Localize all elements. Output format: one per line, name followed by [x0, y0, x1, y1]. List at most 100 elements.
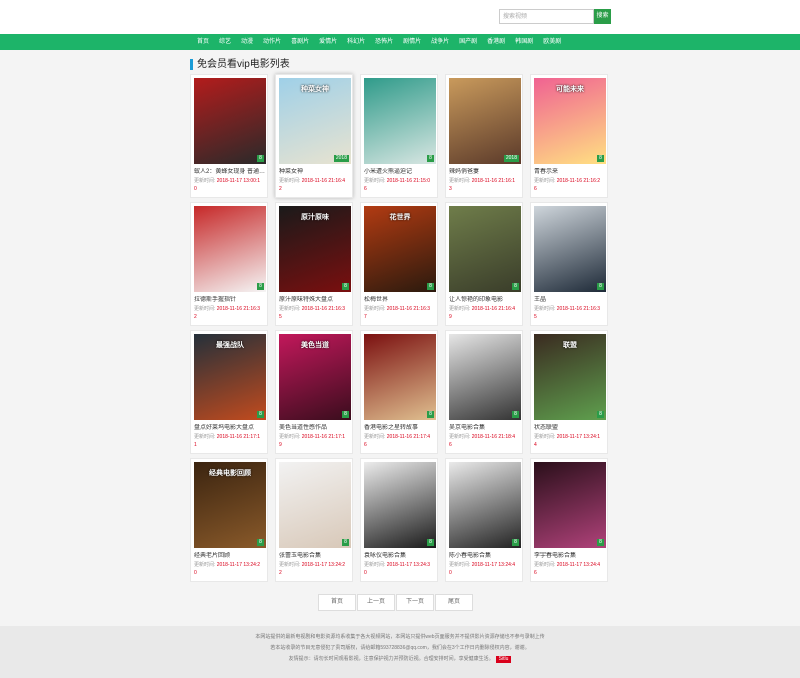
- nav-item[interactable]: 动漫: [236, 34, 258, 50]
- nav-item[interactable]: 剧情片: [398, 34, 426, 50]
- update-time-tail: 1: [194, 442, 197, 448]
- movie-meta: 更新时间: 2018-11-17 13:00:1 0: [194, 177, 266, 193]
- update-time: 2018-11-16 21:16:4: [301, 178, 346, 184]
- movie-card[interactable]: 8 小米遭火熊逼迫记 更新时间: 2018-11-16 21:15:0 6: [360, 74, 438, 198]
- movie-card[interactable]: 最强战队 8 盘点好莱坞电影大盘点 更新时间: 2018-11-16 21:17:1 1: [190, 330, 268, 454]
- nav-item[interactable]: 韩国剧: [510, 34, 538, 50]
- movie-title[interactable]: 香港电影之星转故事: [364, 424, 436, 432]
- movie-title[interactable]: 张蕾玉电影合集: [279, 552, 351, 560]
- movie-card[interactable]: 8 王晶 更新时间: 2018-11-16 21:16:3 5: [530, 202, 608, 326]
- nav-item[interactable]: 爱情片: [314, 34, 342, 50]
- movie-title[interactable]: 原汁原味特殊大盘点: [279, 296, 351, 304]
- nav-item[interactable]: 喜剧片: [286, 34, 314, 50]
- movie-poster[interactable]: 最强战队: [194, 334, 266, 420]
- page-button[interactable]: 下一页: [396, 594, 434, 611]
- movie-title[interactable]: 李宇春电影合集: [534, 552, 606, 560]
- nav-item[interactable]: 恐怖片: [370, 34, 398, 50]
- movie-poster[interactable]: [194, 206, 266, 292]
- movie-title[interactable]: 小米遭火熊逼迫记: [364, 168, 436, 176]
- movie-meta: 更新时间: 2018-11-16 21:16:3 7: [364, 305, 436, 321]
- movie-card[interactable]: 联盟 8 状态联盟 更新时间: 2018-11-17 13:24:1 4: [530, 330, 608, 454]
- update-time-tail: 6: [364, 186, 367, 192]
- page-button[interactable]: 尾页: [435, 594, 473, 611]
- page-button[interactable]: 首页: [318, 594, 356, 611]
- movie-title[interactable]: 王晶: [534, 296, 606, 304]
- movie-card[interactable]: 8 陈小春电影合集 更新时间: 2018-11-17 13:24:4 0: [445, 458, 523, 582]
- movie-card[interactable]: 8 张蕾玉电影合集 更新时间: 2018-11-17 13:24:2 2: [275, 458, 353, 582]
- movie-title[interactable]: 辣妈俏爸妻: [449, 168, 521, 176]
- movie-card[interactable]: 花世界 8 松梅世界 更新时间: 2018-11-16 21:16:3 7: [360, 202, 438, 326]
- badge: 8: [257, 155, 264, 162]
- movie-poster[interactable]: [449, 334, 521, 420]
- movie-poster[interactable]: [364, 334, 436, 420]
- movie-card[interactable]: 8 让人惊艳的印象电影 更新时间: 2018-11-16 21:16:4 9: [445, 202, 523, 326]
- nav-item[interactable]: 国产剧: [454, 34, 482, 50]
- movie-title[interactable]: 拉德斯手握指针: [194, 296, 266, 304]
- movie-meta: 更新时间: 2018-11-16 21:16:1 3: [449, 177, 521, 193]
- poster-title: 美色当道: [301, 342, 329, 349]
- movie-card[interactable]: 8 香港电影之星转故事 更新时间: 2018-11-16 21:17:4 6: [360, 330, 438, 454]
- movie-poster[interactable]: [534, 462, 606, 548]
- movie-title[interactable]: 蚁人2：黄蜂女现身 普通…: [194, 168, 266, 176]
- movie-card[interactable]: 原汁原味 8 原汁原味特殊大盘点 更新时间: 2018-11-16 21:16:3 5: [275, 202, 353, 326]
- movie-poster[interactable]: 可能未来: [534, 78, 606, 164]
- update-label: 更新时间:: [534, 562, 556, 568]
- nav-item[interactable]: 欧美剧: [538, 34, 566, 50]
- movie-title[interactable]: 青春示来: [534, 168, 606, 176]
- movie-title[interactable]: 陈小春电影合集: [449, 552, 521, 560]
- movie-card[interactable]: 8 拉德斯手握指针 更新时间: 2018-11-16 21:16:3 2: [190, 202, 268, 326]
- page-button[interactable]: 上一页: [357, 594, 395, 611]
- update-time-tail: 9: [449, 314, 452, 320]
- movie-title[interactable]: 盘点好莱坞电影大盘点: [194, 424, 266, 432]
- movie-poster[interactable]: 原汁原味: [279, 206, 351, 292]
- section-title: 免会员看vip电影列表: [197, 59, 290, 70]
- movie-title[interactable]: 让人惊艳的印象电影: [449, 296, 521, 304]
- movie-card[interactable]: 8 吴京电影合集 更新时间: 2018-11-16 21:18:4 6: [445, 330, 523, 454]
- nav-item[interactable]: 综艺: [214, 34, 236, 50]
- movie-poster[interactable]: 经典电影回顾: [194, 462, 266, 548]
- movie-poster[interactable]: [364, 78, 436, 164]
- update-time: 2018-11-16 21:16:3: [216, 306, 261, 312]
- movie-poster[interactable]: 种菜女神: [279, 78, 351, 164]
- movie-poster[interactable]: [449, 78, 521, 164]
- movie-poster[interactable]: [194, 78, 266, 164]
- movie-poster[interactable]: [449, 206, 521, 292]
- movie-title[interactable]: 种菜女神: [279, 168, 351, 176]
- movie-poster[interactable]: [279, 462, 351, 548]
- movie-card[interactable]: 种菜女神 2018 种菜女神 更新时间: 2018-11-16 21:16:4 2: [275, 74, 353, 198]
- movie-title[interactable]: 松梅世界: [364, 296, 436, 304]
- update-time-tail: 0: [194, 186, 197, 192]
- nav-item[interactable]: 首页: [192, 34, 214, 50]
- movie-card[interactable]: 8 蚁人2：黄蜂女现身 普通… 更新时间: 2018-11-17 13:00:1 0: [190, 74, 268, 198]
- footer-hint: 友情提示：请勿长时间观看影视，注意保护视力并预防近视。合理安排时间，享受健康生活…: [0, 654, 800, 665]
- movie-poster[interactable]: [534, 206, 606, 292]
- search-input[interactable]: [499, 9, 594, 24]
- movie-card[interactable]: 8 李宇春电影合集 更新时间: 2018-11-17 13:24:4 6: [530, 458, 608, 582]
- nav-item[interactable]: 香港剧: [482, 34, 510, 50]
- update-time: 2018-11-16 21:16:3: [556, 306, 601, 312]
- movie-card[interactable]: 2018 辣妈俏爸妻 更新时间: 2018-11-16 21:16:1 3: [445, 74, 523, 198]
- badge: 8: [257, 283, 264, 290]
- movie-title[interactable]: 美色当道性感作品: [279, 424, 351, 432]
- movie-poster[interactable]: 联盟: [534, 334, 606, 420]
- nav-item[interactable]: 科幻片: [342, 34, 370, 50]
- badge: 8: [597, 155, 604, 162]
- movie-meta: 更新时间: 2018-11-16 21:16:4 9: [449, 305, 521, 321]
- movie-poster[interactable]: 美色当道: [279, 334, 351, 420]
- movie-poster[interactable]: [449, 462, 521, 548]
- movie-poster[interactable]: [364, 462, 436, 548]
- search-button[interactable]: 搜索: [594, 9, 611, 24]
- movie-card[interactable]: 8 袁咏仪电影合集 更新时间: 2018-11-17 13:24:3 0: [360, 458, 438, 582]
- movie-poster[interactable]: 花世界: [364, 206, 436, 292]
- movie-card[interactable]: 美色当道 8 美色当道性感作品 更新时间: 2018-11-16 21:17:1 9: [275, 330, 353, 454]
- movie-title[interactable]: 吴京电影合集: [449, 424, 521, 432]
- movie-title[interactable]: 经典老片回顾: [194, 552, 266, 560]
- nav-item[interactable]: 动作片: [258, 34, 286, 50]
- poster-title: 可能未来: [556, 86, 584, 93]
- movie-card[interactable]: 可能未来 8 青春示来 更新时间: 2018-11-16 21:16:2 6: [530, 74, 608, 198]
- nav-item[interactable]: 战争片: [426, 34, 454, 50]
- movie-title[interactable]: 状态联盟: [534, 424, 606, 432]
- update-time: 2018-11-16 21:16:1: [471, 178, 516, 184]
- movie-title[interactable]: 袁咏仪电影合集: [364, 552, 436, 560]
- movie-card[interactable]: 经典电影回顾 8 经典老片回顾 更新时间: 2018-11-17 13:24:2 0: [190, 458, 268, 582]
